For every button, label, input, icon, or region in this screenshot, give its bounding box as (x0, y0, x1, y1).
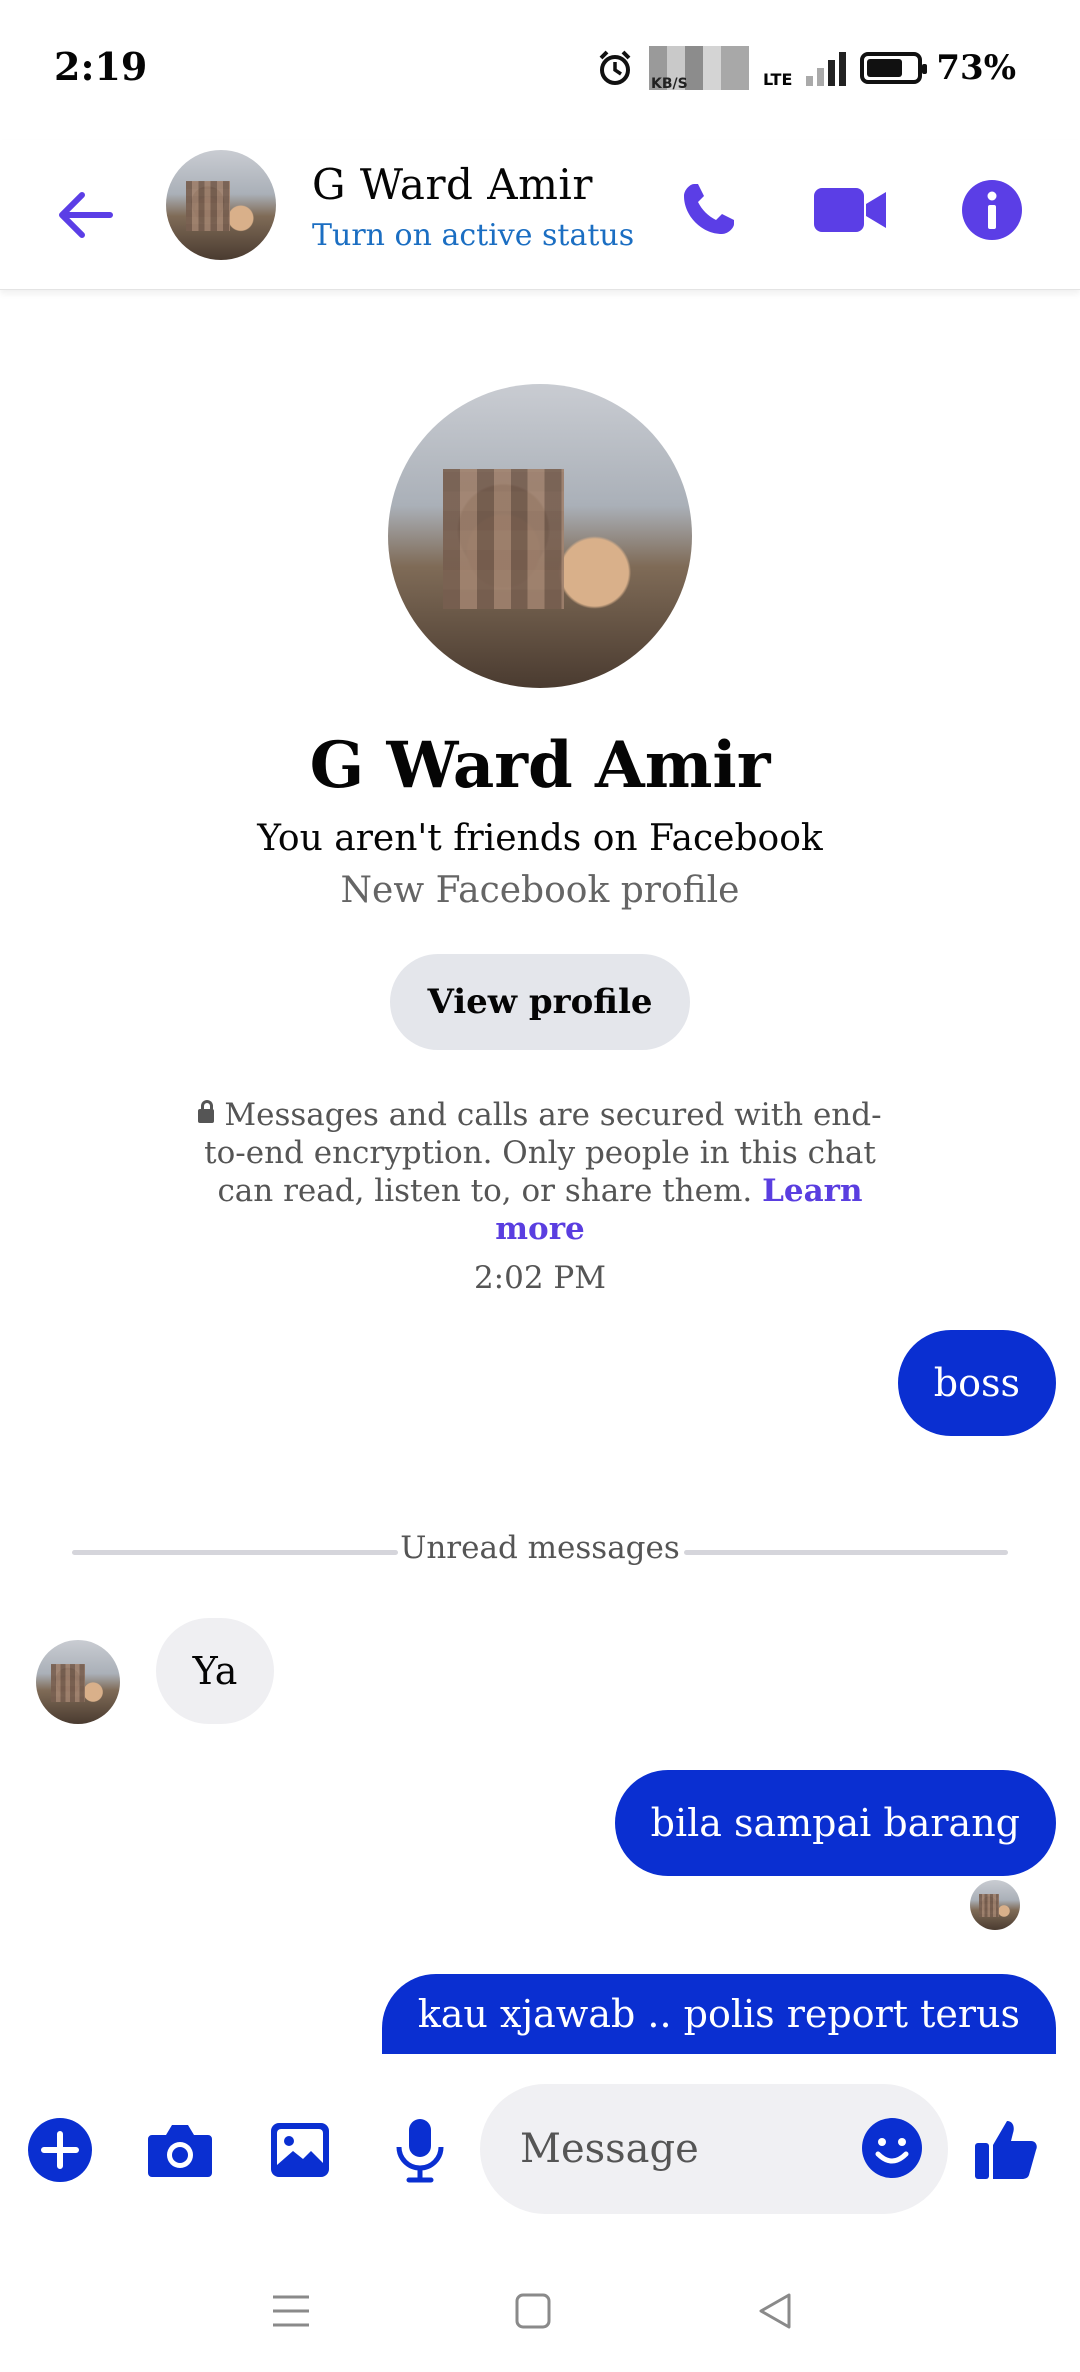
outgoing-message[interactable]: boss (897, 1330, 1056, 1436)
signal-icon (806, 50, 847, 86)
friend-status: You aren't friends on Facebook (257, 818, 823, 859)
more-actions-button[interactable] (24, 2114, 96, 2186)
microphone-icon (396, 2119, 444, 2183)
phone-icon (684, 184, 734, 234)
info-icon (962, 180, 1022, 240)
gallery-button[interactable] (264, 2114, 336, 2186)
battery-icon (860, 52, 928, 84)
info-button[interactable] (952, 170, 1032, 250)
thumbs-up-icon (975, 2121, 1037, 2179)
unread-divider: Unread messages (0, 1530, 1080, 1570)
contact-avatar[interactable] (166, 150, 276, 260)
outgoing-message[interactable]: bila sampai barang (614, 1770, 1056, 1876)
profile-note: New Facebook profile (340, 870, 740, 911)
status-icons: KB/S LTE 73% (595, 46, 1016, 92)
status-bar: 2:19 KB/S LTE 73% (0, 0, 1080, 140)
camera-button[interactable] (144, 2114, 216, 2186)
outgoing-message[interactable]: kau xjawab .. polis report terus (381, 1974, 1056, 2054)
voice-call-button[interactable] (668, 170, 748, 250)
chat-header: G Ward Amir Turn on active status (0, 140, 1080, 290)
battery-percent: 73% (936, 48, 1016, 88)
system-nav-bar (0, 2244, 1080, 2372)
back-nav-button[interactable] (750, 2286, 800, 2336)
unread-label: Unread messages (400, 1530, 680, 1566)
contact-name[interactable]: G Ward Amir (312, 160, 593, 209)
profile-picture (388, 384, 692, 688)
message-placeholder: Message (520, 2126, 699, 2172)
home-button[interactable] (508, 2286, 558, 2336)
sender-avatar[interactable] (36, 1640, 120, 1724)
status-time: 2:19 (54, 44, 148, 89)
voice-clip-button[interactable] (384, 2114, 456, 2186)
recent-apps-button[interactable] (266, 2286, 316, 2336)
plus-circle-icon (28, 2118, 92, 2182)
video-camera-icon (814, 188, 886, 232)
camera-icon (148, 2125, 212, 2177)
triangle-back-icon (759, 2293, 791, 2329)
smiley-icon (862, 2118, 922, 2178)
video-call-button[interactable] (810, 170, 890, 250)
alarm-icon (599, 50, 631, 85)
arrow-left-icon (59, 192, 113, 238)
lock-icon (198, 1100, 215, 1123)
image-icon (271, 2123, 329, 2177)
incoming-message[interactable]: Ya (156, 1618, 274, 1724)
network-type: LTE (762, 69, 793, 89)
profile-name: G Ward Amir (309, 728, 771, 803)
message-composer: Message (0, 2054, 1080, 2244)
back-button[interactable] (50, 180, 120, 250)
square-icon (515, 2293, 551, 2329)
emoji-button[interactable] (860, 2116, 924, 2180)
like-button[interactable] (970, 2114, 1042, 2186)
message-timestamp: 2:02 PM (473, 1260, 607, 1296)
menu-lines-icon (273, 2295, 309, 2327)
seen-receipt-avatar (970, 1880, 1020, 1930)
encryption-notice: Messages and calls are secured with end-… (180, 1096, 900, 1248)
active-status-link[interactable]: Turn on active status (312, 218, 634, 253)
net-speed-indicator: KB/S (648, 46, 749, 92)
view-profile-button[interactable]: View profile (390, 954, 690, 1050)
